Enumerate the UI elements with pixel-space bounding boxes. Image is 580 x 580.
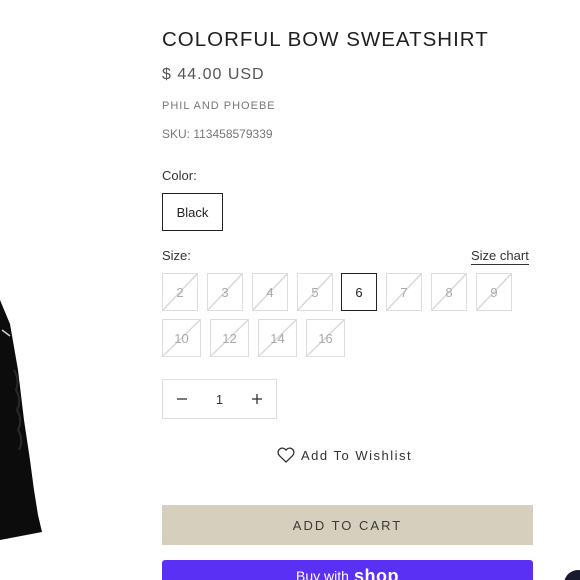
- buy-with-shop-pay-button[interactable]: Buy with shop: [162, 560, 533, 580]
- product-title: COLORFUL BOW SWEATSHIRT: [162, 28, 489, 51]
- size-option-9[interactable]: 9: [476, 273, 512, 311]
- product-image: [0, 300, 48, 540]
- size-option-16[interactable]: 16: [306, 319, 345, 357]
- shop-pay-logo: shop: [353, 566, 399, 580]
- quantity-increase-button[interactable]: [238, 380, 276, 418]
- size-option-label: 10: [174, 330, 189, 346]
- size-option-7[interactable]: 7: [386, 273, 422, 311]
- size-option-label: 8: [445, 284, 453, 300]
- size-option-label: 14: [270, 330, 285, 346]
- chat-icon[interactable]: [564, 570, 580, 580]
- size-option-3[interactable]: 3: [207, 273, 243, 311]
- size-label: Size:: [162, 248, 191, 263]
- size-option-14[interactable]: 14: [258, 319, 297, 357]
- size-option-6[interactable]: 6: [341, 273, 377, 311]
- size-option-10[interactable]: 10: [162, 319, 201, 357]
- heart-icon: [277, 447, 295, 463]
- shop-pay-label: Buy with: [296, 568, 349, 580]
- wishlist-label: Add To Wishlist: [301, 447, 413, 463]
- size-option-label: 12: [222, 330, 237, 346]
- quantity-decrease-button[interactable]: [163, 380, 201, 418]
- add-to-cart-button[interactable]: ADD TO CART: [162, 505, 533, 545]
- size-option-label: 9: [490, 284, 498, 300]
- size-option-label: 2: [176, 284, 184, 300]
- size-option-label: 6: [355, 284, 363, 300]
- product-price: $ 44.00 USD: [162, 66, 265, 83]
- size-chart-link[interactable]: Size chart: [471, 248, 529, 265]
- quantity-stepper: 1: [162, 379, 277, 419]
- size-option-8[interactable]: 8: [431, 273, 467, 311]
- size-option-12[interactable]: 12: [210, 319, 249, 357]
- add-to-wishlist-button[interactable]: Add To Wishlist: [276, 444, 412, 466]
- quantity-value[interactable]: 1: [201, 380, 238, 418]
- plus-icon: [252, 394, 262, 404]
- color-option-black[interactable]: Black: [162, 193, 223, 231]
- size-option-label: 16: [318, 330, 333, 346]
- size-option-label: 5: [311, 284, 319, 300]
- sweatshirt-image-fragment: [0, 300, 42, 540]
- size-option-4[interactable]: 4: [252, 273, 288, 311]
- size-option-2[interactable]: 2: [162, 273, 198, 311]
- product-sku: SKU: 113458579339: [162, 127, 273, 141]
- minus-icon: [177, 398, 187, 400]
- size-option-label: 4: [266, 284, 274, 300]
- size-option-label: 3: [221, 284, 229, 300]
- color-label: Color:: [162, 168, 197, 183]
- product-vendor[interactable]: PHIL AND PHOEBE: [162, 100, 276, 112]
- size-option-label: 7: [400, 284, 408, 300]
- size-option-5[interactable]: 5: [297, 273, 333, 311]
